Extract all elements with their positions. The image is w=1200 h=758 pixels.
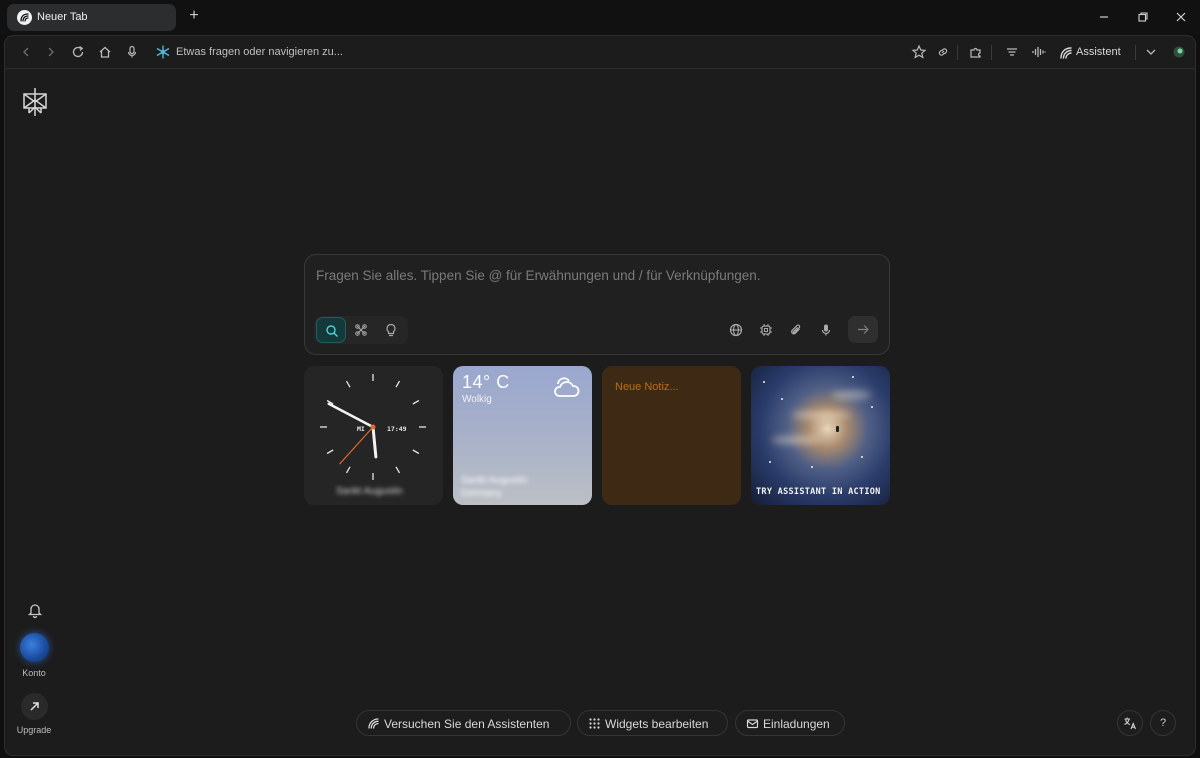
attach-paperclip-icon[interactable] xyxy=(789,323,803,337)
browser-window: Etwas fragen oder navigieren zu... Assis… xyxy=(4,35,1196,756)
clock-minute-hand xyxy=(327,402,375,429)
promo-label: TRY ASSISTANT IN ACTION xyxy=(756,487,881,497)
toolbar: Etwas fragen oder navigieren zu... Assis… xyxy=(5,36,1195,69)
clock-widget[interactable]: MI 17:49 Sankt Augustin xyxy=(304,366,443,505)
edit-widgets-label: Widgets bearbeiten xyxy=(605,717,709,731)
search-input[interactable]: Fragen Sie alles. Tippen Sie @ für Erwäh… xyxy=(316,268,761,283)
weather-region: Germany xyxy=(461,488,503,499)
clock-tick xyxy=(395,380,401,388)
research-mode-button[interactable] xyxy=(346,317,376,343)
assistant-label: Assistent xyxy=(1076,46,1121,58)
labs-mode-button[interactable] xyxy=(376,317,406,343)
help-button[interactable]: ? xyxy=(1150,710,1176,736)
mail-icon xyxy=(746,719,759,729)
edit-widgets-button[interactable]: Widgets bearbeiten xyxy=(577,710,728,736)
chevron-down-icon[interactable] xyxy=(1143,44,1159,60)
grid-dots-icon xyxy=(589,718,600,729)
home-icon[interactable] xyxy=(97,44,113,60)
clock-hour-hand xyxy=(371,425,378,459)
translate-button[interactable] xyxy=(1117,710,1143,736)
reload-icon[interactable] xyxy=(70,44,86,60)
clock-day: MI xyxy=(357,425,365,433)
clock-location: Sankt Augustin xyxy=(336,486,403,497)
tab-bar: Neuer Tab + xyxy=(0,0,1200,35)
clock-tick xyxy=(412,399,420,405)
upgrade-label[interactable]: Upgrade xyxy=(9,725,59,735)
toolbar-separator xyxy=(1135,45,1136,60)
forward-icon[interactable] xyxy=(43,44,59,60)
voice-waveform-icon[interactable] xyxy=(1031,44,1047,60)
tab-neuer-tab[interactable]: Neuer Tab xyxy=(7,4,176,31)
copy-link-icon[interactable] xyxy=(935,44,951,60)
weather-temperature: 14° C xyxy=(462,372,510,392)
weather-condition: Wolkig xyxy=(462,394,492,405)
arrow-up-right-icon xyxy=(30,702,39,711)
submit-button[interactable] xyxy=(848,316,878,343)
globe-icon[interactable] xyxy=(729,323,743,337)
close-window-button[interactable] xyxy=(1172,8,1190,26)
clock-tick xyxy=(395,466,401,474)
research-icon xyxy=(355,324,367,336)
dictation-microphone-icon[interactable] xyxy=(819,323,833,337)
lightbulb-icon xyxy=(386,323,396,337)
weather-location: Sankt Augustin xyxy=(461,475,528,486)
weather-widget[interactable]: 14° C Wolkig Sankt Augustin Germany xyxy=(453,366,592,505)
assistant-icon xyxy=(368,718,379,729)
perplexity-favicon-icon xyxy=(17,10,32,25)
toolbar-separator xyxy=(957,45,958,60)
invitations-button[interactable]: Einladungen xyxy=(735,710,845,736)
minimize-button[interactable] xyxy=(1095,8,1113,26)
assistant-promo-widget[interactable]: TRY ASSISTANT IN ACTION xyxy=(751,366,890,505)
perplexity-logo-icon[interactable] xyxy=(21,86,49,118)
translate-icon xyxy=(1124,717,1137,730)
account-avatar[interactable] xyxy=(20,633,49,662)
back-icon[interactable] xyxy=(18,44,34,60)
search-box: Fragen Sie alles. Tippen Sie @ für Erwäh… xyxy=(304,254,890,355)
clock-tick xyxy=(345,466,351,474)
search-mode-group xyxy=(314,316,408,344)
clock-tick xyxy=(412,449,420,455)
new-tab-button[interactable]: + xyxy=(185,7,203,25)
tab-title: Neuer Tab xyxy=(37,11,88,23)
try-assistant-button[interactable]: Versuchen Sie den Assistenten xyxy=(356,710,571,736)
clock-center xyxy=(370,424,376,430)
clock-tick xyxy=(345,380,351,388)
search-mode-button[interactable] xyxy=(316,317,346,343)
microphone-icon[interactable] xyxy=(124,44,140,60)
extensions-icon[interactable] xyxy=(968,44,984,60)
notifications-bell-icon[interactable] xyxy=(26,601,44,619)
analog-clock: MI 17:49 xyxy=(320,374,426,480)
note-input[interactable]: Neue Notiz... xyxy=(615,381,679,393)
clock-tick xyxy=(326,449,334,455)
perplexity-snowflake-icon xyxy=(155,44,171,60)
invitations-label: Einladungen xyxy=(763,717,830,731)
clock-digital-time: 17:49 xyxy=(387,425,407,433)
toolbar-separator xyxy=(991,45,992,60)
profile-avatar-icon[interactable] xyxy=(1171,44,1187,60)
account-label[interactable]: Konto xyxy=(9,668,59,678)
menu-lines-icon[interactable] xyxy=(1004,44,1020,60)
omnibox[interactable]: Etwas fragen oder navigieren zu... xyxy=(176,46,343,58)
note-widget[interactable]: Neue Notiz... xyxy=(602,366,741,505)
partly-cloudy-icon xyxy=(554,377,580,397)
try-assistant-label: Versuchen Sie den Assistenten xyxy=(384,717,550,731)
model-chip-icon[interactable] xyxy=(759,323,773,337)
upgrade-button[interactable] xyxy=(21,693,48,720)
arrow-right-icon xyxy=(858,325,869,334)
bookmark-star-icon[interactable] xyxy=(911,44,927,60)
restore-button[interactable] xyxy=(1134,8,1152,26)
search-icon xyxy=(326,325,338,337)
assistant-icon xyxy=(1060,47,1072,59)
